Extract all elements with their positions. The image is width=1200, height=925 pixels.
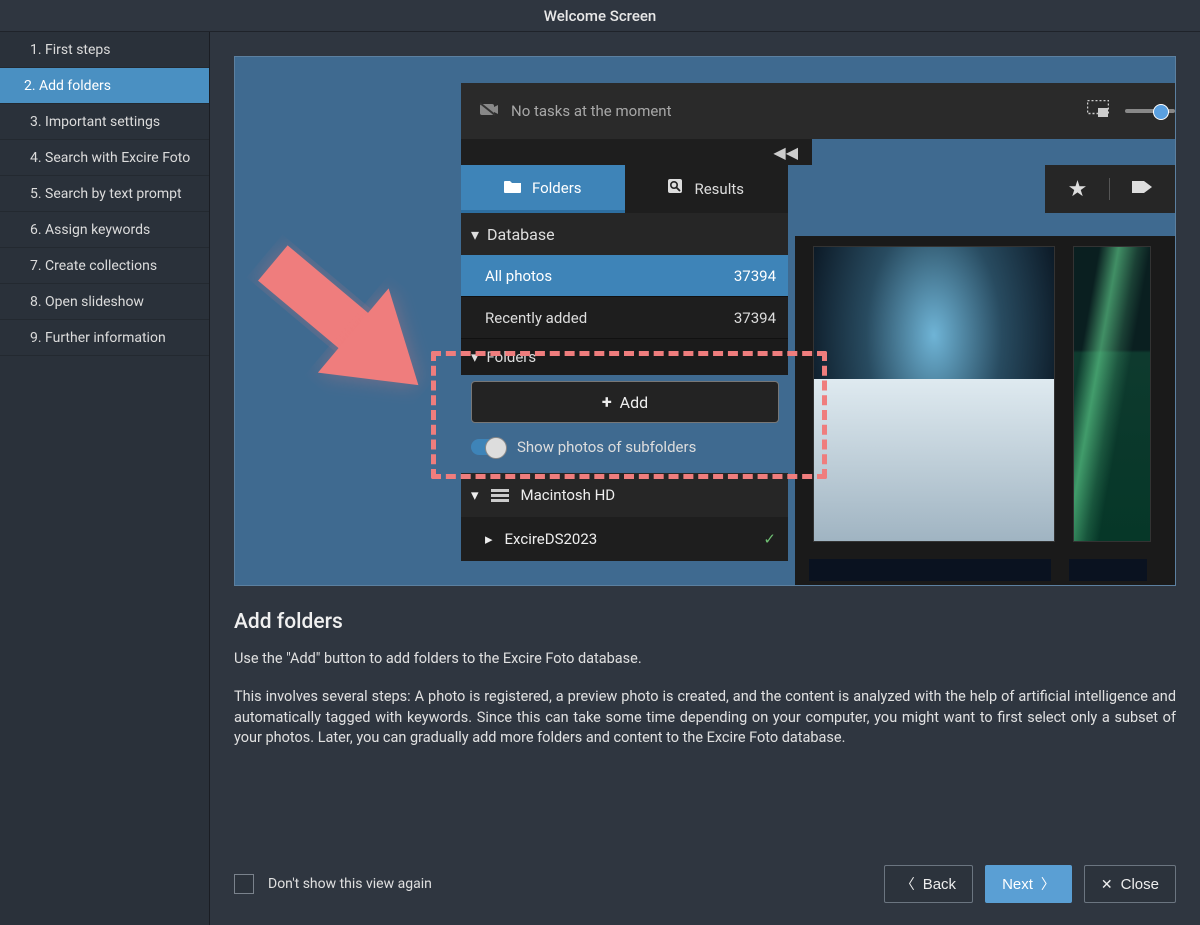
- screenshot-subfolders-toggle: Show photos of subfolders: [471, 433, 779, 461]
- screenshot-database-header: ▾ Database: [461, 213, 788, 255]
- screenshot-statusbar: No tasks at the moment: [461, 83, 1175, 139]
- drive-icon: [491, 489, 509, 502]
- screenshot-row-recently: Recently added 37394: [461, 297, 788, 339]
- sidebar-item-assign-keywords[interactable]: 6. Assign keywords: [0, 212, 209, 248]
- tag-icon: [1132, 179, 1152, 199]
- caret-right-icon: ▸: [485, 530, 493, 548]
- steps-sidebar: 1. First steps 2. Add folders 3. Importa…: [0, 32, 210, 925]
- caret-down-icon: ▾: [471, 348, 479, 366]
- zoom-slider: [1125, 109, 1175, 113]
- folder-icon: [504, 179, 522, 197]
- screenshot-tab-folders: Folders: [461, 165, 625, 213]
- screenshot-thumbnails: [795, 236, 1175, 585]
- window-title-text: Welcome Screen: [544, 7, 657, 25]
- sidebar-item-open-slideshow[interactable]: 8. Open slideshow: [0, 284, 209, 320]
- rewind-icon: ◀◀: [773, 143, 798, 162]
- sidebar-item-create-collections[interactable]: 7. Create collections: [0, 248, 209, 284]
- caret-down-icon: ▾: [471, 486, 479, 504]
- selection-icon: [1087, 100, 1109, 122]
- screenshot-row-allphotos: All photos 37394: [461, 255, 788, 297]
- back-button[interactable]: 〈 Back: [884, 865, 973, 903]
- screenshot-thumb-row2: [809, 559, 1175, 581]
- caret-down-icon: ▾: [471, 225, 479, 244]
- screenshot-thumb-1: [813, 246, 1055, 542]
- article-paragraph-1: Use the "Add" button to add folders to t…: [234, 650, 1176, 667]
- status-text: No tasks at the moment: [511, 102, 672, 120]
- sidebar-item-first-steps[interactable]: 1. First steps: [0, 32, 209, 68]
- tutorial-arrow-icon: [235, 207, 455, 427]
- screenshot-tab-results: Results: [625, 165, 789, 213]
- screenshot-thumb-2: [1073, 246, 1151, 542]
- toggle-icon: [471, 439, 505, 455]
- article-title: Add folders: [234, 610, 1176, 634]
- dont-show-label: Don't show this view again: [268, 876, 432, 892]
- sidebar-item-important-settings[interactable]: 3. Important settings: [0, 104, 209, 140]
- footer: Don't show this view again 〈 Back Next 〉…: [234, 855, 1176, 913]
- screenshot-tabbar: Folders Results: [461, 165, 788, 213]
- screenshot-folders-header: ▾ Folders: [461, 339, 788, 375]
- sidebar-item-further-info[interactable]: 9. Further information: [0, 320, 209, 356]
- plus-icon: +: [602, 392, 612, 413]
- dont-show-checkbox[interactable]: [234, 874, 254, 894]
- screenshot-rewind-bar: ◀◀: [461, 139, 812, 165]
- screenshot-drive-row: ▾ Macintosh HD: [461, 473, 788, 517]
- search-icon: [668, 179, 684, 199]
- next-button[interactable]: Next 〉: [985, 865, 1072, 903]
- article-paragraph-2: This involves several steps: A photo is …: [234, 687, 1176, 749]
- content-area: No tasks at the moment ◀◀ Folders: [210, 32, 1200, 925]
- chevron-left-icon: 〈: [901, 877, 915, 891]
- screenshot-folder-row: ▸ ExcireDS2023 ✓: [461, 517, 788, 561]
- camera-off-icon: [479, 101, 499, 121]
- close-button[interactable]: ✕ Close: [1084, 865, 1176, 903]
- screenshot-db-rows: All photos 37394 Recently added 37394: [461, 255, 788, 339]
- tutorial-screenshot: No tasks at the moment ◀◀ Folders: [234, 56, 1176, 586]
- star-icon: ★: [1068, 177, 1088, 202]
- chevron-right-icon: 〉: [1041, 877, 1055, 891]
- separator: [1109, 178, 1110, 200]
- sidebar-item-search-text[interactable]: 5. Search by text prompt: [0, 176, 209, 212]
- close-icon: ✕: [1101, 877, 1113, 891]
- screenshot-toolbar-right: ★: [1045, 165, 1175, 213]
- check-icon: ✓: [763, 530, 776, 548]
- window-title: Welcome Screen: [0, 0, 1200, 32]
- sidebar-item-search-excire[interactable]: 4. Search with Excire Foto: [0, 140, 209, 176]
- screenshot-add-button: + Add: [471, 381, 779, 423]
- sidebar-item-add-folders[interactable]: 2. Add folders: [0, 68, 209, 104]
